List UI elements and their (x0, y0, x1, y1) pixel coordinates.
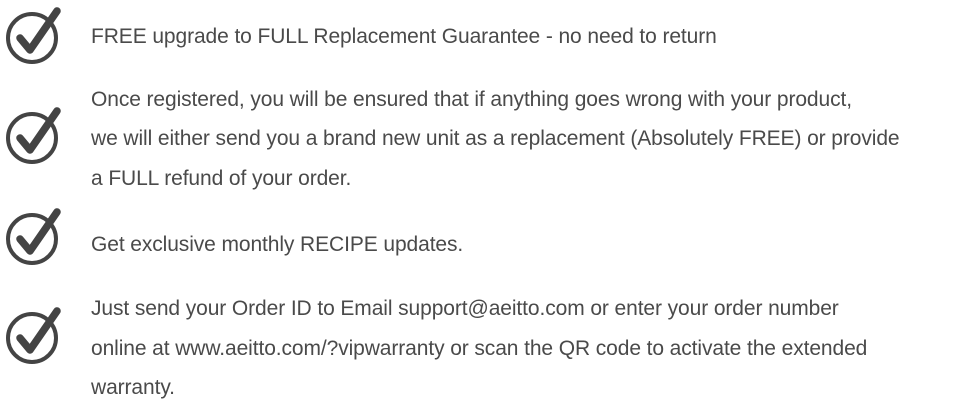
check-circle-icon (3, 305, 65, 367)
benefit-text-line: Once registered, you will be ensured tha… (91, 88, 852, 111)
check-circle-icon (3, 5, 65, 67)
check-circle-icon (3, 105, 65, 167)
check-circle-icon (3, 206, 65, 268)
benefit-text-line: Just send your Order ID to Email support… (91, 297, 839, 320)
benefit-text-line: a FULL refund of your order. (91, 167, 352, 190)
benefit-text-line: online at www.aeitto.com/?vipwarranty or… (91, 337, 868, 360)
benefit-text-line: Get exclusive monthly RECIPE updates. (91, 233, 464, 256)
benefit-text-line: FREE upgrade to FULL Replacement Guarant… (91, 25, 717, 48)
benefit-text-line: warranty. (91, 376, 175, 399)
benefit-text-line: we will either send you a brand new unit… (91, 127, 900, 150)
